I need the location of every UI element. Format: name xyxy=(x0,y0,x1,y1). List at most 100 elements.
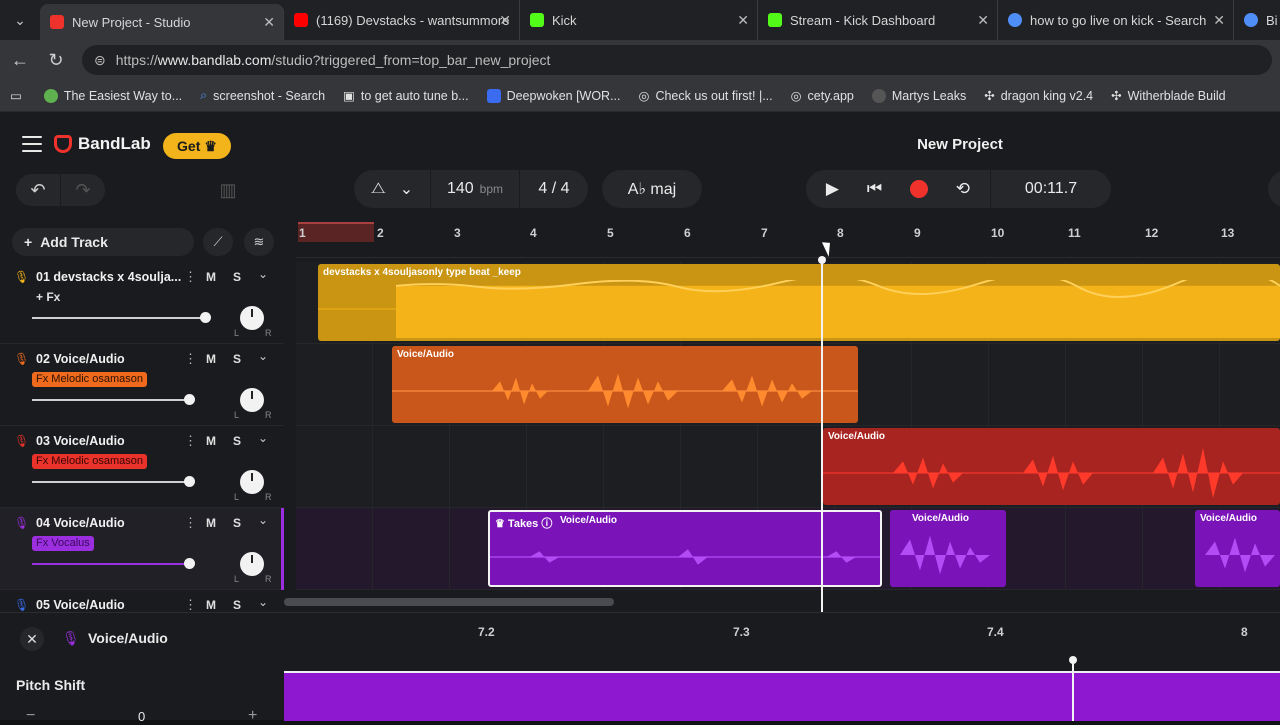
solo-button[interactable]: S xyxy=(233,434,241,448)
skip-to-start-icon[interactable]: ⏮ xyxy=(867,179,882,199)
piano-keys-icon[interactable]: ▥ xyxy=(208,174,248,206)
audio-clip-voice-4b[interactable]: Voice/Audio xyxy=(890,510,1006,587)
bookmark-item[interactable]: ✣ Witherblade Build xyxy=(1105,88,1231,104)
track-header-1[interactable]: 🎙︎ 01 devstacks x 4soulja... ⋮ M S ⌄ + F… xyxy=(0,262,284,344)
close-tab-icon[interactable]: ✕ xyxy=(977,12,989,29)
tempo-field[interactable]: 140 bpm xyxy=(431,170,519,208)
volume-handle[interactable] xyxy=(184,558,195,569)
mute-button[interactable]: M xyxy=(206,352,216,366)
bookmark-item[interactable]: Deepwoken [WOR... xyxy=(481,88,627,103)
browser-tab-6[interactable]: Bi xyxy=(1234,0,1280,40)
browser-tab-5[interactable]: how to go live on kick - Search ✕ xyxy=(998,0,1234,40)
tab-search-chevron-icon[interactable]: ⌄ xyxy=(0,0,40,40)
bookmark-item[interactable]: ◎ Check us out first! |... xyxy=(633,88,779,104)
editor-clip-waveform[interactable] xyxy=(284,671,1280,721)
loop-region[interactable] xyxy=(298,222,374,242)
url-field[interactable]: ⊜ https://www.bandlab.com/studio?trigger… xyxy=(82,45,1272,75)
track-header-3[interactable]: 🎙︎ 03 Voice/Audio ⋮ M S ⌄ Fx Melodic osa… xyxy=(0,426,284,508)
loop-icon[interactable]: ⟲ xyxy=(956,179,970,199)
pitch-increase-button[interactable]: + xyxy=(248,707,257,725)
solo-button[interactable]: S xyxy=(233,270,241,284)
chevron-down-icon[interactable]: ⌄ xyxy=(258,513,268,527)
more-options-icon[interactable]: ⋮ xyxy=(184,433,197,449)
redo-icon[interactable]: ↷ xyxy=(61,174,105,206)
playhead-handle[interactable] xyxy=(818,256,826,264)
volume-slider[interactable] xyxy=(32,399,190,401)
menu-icon[interactable] xyxy=(22,136,42,152)
track-header-4[interactable]: 🎙︎ 04 Voice/Audio ⋮ M S ⌄ Fx Vocalus L R xyxy=(0,508,284,590)
browser-tab-4[interactable]: Stream - Kick Dashboard ✕ xyxy=(758,0,998,40)
volume-slider[interactable] xyxy=(32,317,206,319)
tab-strip-icon[interactable]: ▭ xyxy=(10,88,22,103)
add-track-button[interactable]: + Add Track xyxy=(12,228,194,256)
chevron-down-icon[interactable]: ⌄ xyxy=(258,349,268,363)
site-info-icon[interactable]: ⊜ xyxy=(94,52,106,69)
reload-icon[interactable]: ↻ xyxy=(38,50,74,71)
automation-icon[interactable]: ⟋ xyxy=(203,228,233,256)
editor-playhead-handle[interactable] xyxy=(1069,656,1077,664)
volume-handle[interactable] xyxy=(200,312,211,323)
undo-icon[interactable]: ↶ xyxy=(16,174,60,206)
volume-slider[interactable] xyxy=(32,563,190,565)
browser-tab-3[interactable]: Kick ✕ xyxy=(520,0,758,40)
audio-clip-voice-2[interactable]: Voice/Audio xyxy=(392,346,858,423)
bookmark-item[interactable]: ⌕ screenshot - Search xyxy=(194,88,331,103)
chevron-down-icon[interactable]: ⌄ xyxy=(258,595,268,609)
close-tab-icon[interactable]: ✕ xyxy=(499,12,511,29)
solo-button[interactable]: S xyxy=(233,516,241,530)
bookmark-item[interactable]: Martys Leaks xyxy=(866,88,972,103)
audio-clip-voice-4c[interactable]: Voice/Audio xyxy=(1195,510,1280,587)
more-controls[interactable] xyxy=(1268,170,1280,208)
track-header-2[interactable]: 🎙︎ 02 Voice/Audio ⋮ M S ⌄ Fx Melodic osa… xyxy=(0,344,284,426)
bandlab-logo[interactable]: BandLab xyxy=(54,134,151,154)
mixer-icon[interactable]: ≋ xyxy=(244,228,274,256)
mute-button[interactable]: M xyxy=(206,270,216,284)
mute-button[interactable]: M xyxy=(206,516,216,530)
solo-button[interactable]: S xyxy=(233,598,241,612)
bookmark-item[interactable]: ▣ to get auto tune b... xyxy=(337,88,475,104)
audio-clip-voice-3[interactable]: Voice/Audio xyxy=(823,428,1280,505)
playhead[interactable] xyxy=(821,258,823,612)
fx-preset-badge[interactable]: Fx Vocalus xyxy=(32,536,94,551)
back-arrow-icon[interactable]: ← xyxy=(2,50,38,71)
pitch-value[interactable]: 0 xyxy=(138,709,145,724)
bookmark-item[interactable]: ✣ dragon king v2.4 xyxy=(978,88,1099,104)
more-options-icon[interactable]: ⋮ xyxy=(184,269,197,285)
pan-knob[interactable] xyxy=(240,552,264,576)
timeline-ruler[interactable] xyxy=(296,222,1280,258)
close-tab-icon[interactable]: ✕ xyxy=(263,14,275,31)
metronome-button[interactable]: ⧍ ⌄ xyxy=(354,170,430,208)
bookmark-item[interactable]: ◎ cety.app xyxy=(785,88,860,104)
record-icon[interactable] xyxy=(909,180,928,198)
close-tab-icon[interactable]: ✕ xyxy=(1213,12,1225,29)
key-field[interactable]: A♭ maj xyxy=(602,170,702,208)
track-header-5[interactable]: 🎙︎ 05 Voice/Audio ⋮ M S ⌄ xyxy=(0,590,284,614)
get-membership-button[interactable]: Get ♛ xyxy=(163,133,231,159)
fx-preset-badge[interactable]: Fx Melodic osamason xyxy=(32,372,147,387)
more-options-icon[interactable]: ⋮ xyxy=(184,515,197,531)
play-icon[interactable]: ▶ xyxy=(826,179,839,199)
volume-slider[interactable] xyxy=(32,481,190,483)
mute-button[interactable]: M xyxy=(206,434,216,448)
mute-button[interactable]: M xyxy=(206,598,216,612)
editor-playhead[interactable] xyxy=(1072,659,1074,721)
bookmark-item[interactable]: The Easiest Way to... xyxy=(38,88,188,103)
pitch-decrease-button[interactable]: − xyxy=(26,707,35,725)
chevron-down-icon[interactable]: ⌄ xyxy=(258,267,268,281)
volume-handle[interactable] xyxy=(184,394,195,405)
pan-knob[interactable] xyxy=(240,388,264,412)
more-options-icon[interactable]: ⋮ xyxy=(184,351,197,367)
pan-knob[interactable] xyxy=(240,306,264,330)
fx-preset-badge[interactable]: Fx Melodic osamason xyxy=(32,454,147,469)
volume-handle[interactable] xyxy=(184,476,195,487)
time-signature-field[interactable]: 4 / 4 xyxy=(520,170,588,208)
project-title[interactable]: New Project xyxy=(860,136,1060,153)
close-tab-icon[interactable]: ✕ xyxy=(737,12,749,29)
chevron-down-icon[interactable]: ⌄ xyxy=(258,431,268,445)
browser-tab-1[interactable]: New Project - Studio ✕ xyxy=(40,4,284,40)
horizontal-scrollbar[interactable] xyxy=(284,598,614,606)
pan-knob[interactable] xyxy=(240,470,264,494)
solo-button[interactable]: S xyxy=(233,352,241,366)
chevron-down-icon[interactable]: ⌄ xyxy=(400,179,413,199)
add-fx-button[interactable]: + Fx xyxy=(36,290,60,304)
